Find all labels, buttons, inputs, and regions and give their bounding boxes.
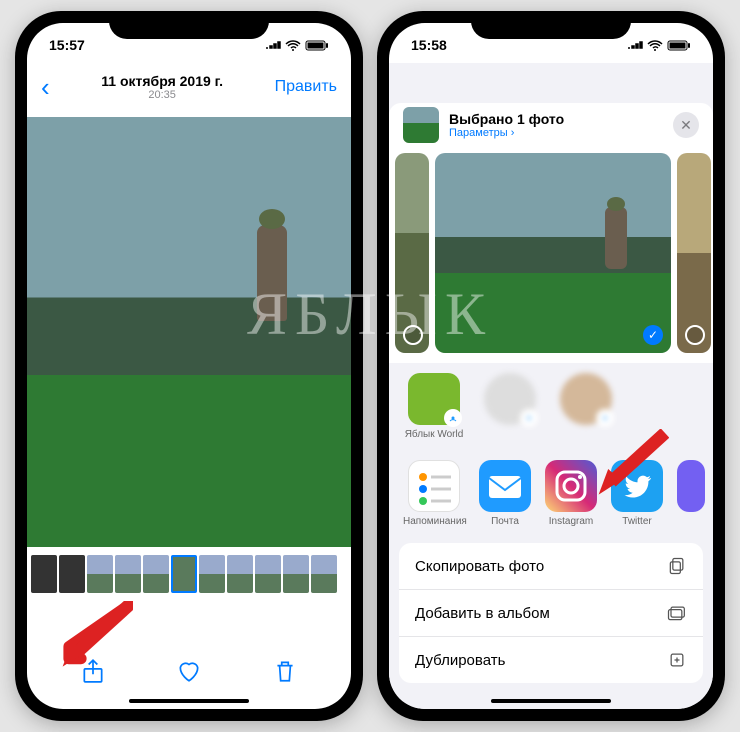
battery-icon [667, 40, 691, 51]
thumbnail[interactable] [283, 555, 309, 593]
notch [109, 11, 269, 39]
home-indicator[interactable] [129, 699, 249, 703]
share-app-twitter[interactable]: Twitter [611, 460, 663, 527]
wifi-icon [647, 40, 663, 51]
share-icon [80, 658, 106, 684]
photo-viewer[interactable] [27, 117, 351, 547]
action-label: Скопировать фото [415, 558, 544, 575]
cellular-icon [627, 40, 643, 50]
preview-selected[interactable]: ✓ [435, 153, 671, 353]
thumbnail-strip[interactable] [27, 553, 351, 595]
photo-previews: ✓ [389, 153, 713, 363]
duplicate-icon [667, 650, 687, 670]
airdrop-contact[interactable] [555, 373, 617, 440]
action-label: Добавить в альбом [415, 605, 550, 622]
action-label: Дублировать [415, 652, 505, 669]
airdrop-badge-icon [596, 409, 614, 427]
app-label: Почта [479, 516, 531, 527]
viber-icon [677, 460, 705, 512]
mail-icon [479, 460, 531, 512]
actions-list: Скопировать фото Добавить в альбом Дубли… [399, 543, 703, 683]
sheet-title: Выбрано 1 фото [449, 111, 564, 127]
action-add-to-album[interactable]: Добавить в альбом [399, 590, 703, 637]
status-time: 15:58 [411, 37, 447, 53]
share-app-more[interactable] [677, 460, 705, 527]
share-app-reminders[interactable]: Напоминания [403, 460, 465, 527]
photo-content [257, 225, 287, 321]
delete-button[interactable] [272, 658, 298, 689]
home-indicator[interactable] [491, 699, 611, 703]
share-app-mail[interactable]: Почта [479, 460, 531, 527]
thumbnail[interactable] [255, 555, 281, 593]
app-label: Twitter [611, 516, 663, 527]
screen-share-sheet: 15:58 Выбрано 1 фото Параметры › ✕ [389, 23, 713, 709]
thumbnail[interactable] [311, 555, 337, 593]
thumbnail[interactable] [199, 555, 225, 593]
bottom-toolbar [27, 649, 351, 697]
photo-content [605, 207, 627, 269]
selection-empty[interactable] [403, 325, 423, 345]
close-icon: ✕ [680, 117, 692, 134]
trash-icon [272, 658, 298, 684]
thumbnail[interactable] [87, 555, 113, 593]
share-button[interactable] [80, 658, 106, 689]
thumbnail[interactable] [143, 555, 169, 593]
share-app-instagram[interactable]: Instagram [545, 460, 597, 527]
contact-avatar [484, 373, 536, 425]
app-label: Instagram [545, 516, 597, 527]
preview-next[interactable] [677, 153, 711, 353]
contact-avatar [408, 373, 460, 425]
twitter-icon [611, 460, 663, 512]
airdrop-badge-icon [444, 409, 462, 427]
action-copy-photo[interactable]: Скопировать фото [399, 543, 703, 590]
airdrop-contact[interactable] [479, 373, 541, 440]
album-icon [665, 603, 687, 623]
screen-photos: 15:57 ‹ 11 октября 2019 г. 20:35 Править [27, 23, 351, 709]
thumbnail[interactable] [115, 555, 141, 593]
notch [471, 11, 631, 39]
cellular-icon [265, 40, 281, 50]
status-time: 15:57 [49, 37, 85, 53]
selection-checked[interactable]: ✓ [643, 325, 663, 345]
status-icons [627, 40, 691, 51]
app-label: Напоминания [403, 516, 465, 527]
thumbnail[interactable] [31, 555, 57, 593]
nav-date: 11 октября 2019 г. [101, 73, 223, 89]
contact-avatar [560, 373, 612, 425]
wifi-icon [285, 40, 301, 51]
apps-row: Напоминания Почта Instagram [389, 450, 713, 537]
status-icons [265, 40, 329, 51]
instagram-icon [545, 460, 597, 512]
contact-label: Яблык World [403, 429, 465, 440]
thumbnail[interactable] [59, 555, 85, 593]
airdrop-row: Яблык World [389, 363, 713, 450]
thumbnail-active[interactable] [171, 555, 197, 593]
selection-empty[interactable] [685, 325, 705, 345]
nav-title: 11 октября 2019 г. 20:35 [101, 73, 223, 101]
thumbnail[interactable] [227, 555, 253, 593]
sheet-options-link[interactable]: Параметры › [449, 127, 564, 139]
phone-right: 15:58 Выбрано 1 фото Параметры › ✕ [377, 11, 725, 721]
reminders-icon [408, 460, 460, 512]
nav-time: 20:35 [101, 89, 223, 101]
preview-prev[interactable] [395, 153, 429, 353]
edit-button[interactable]: Править [275, 78, 337, 96]
airdrop-badge-icon [520, 409, 538, 427]
heart-icon [176, 658, 202, 684]
close-button[interactable]: ✕ [673, 112, 699, 138]
sheet-header: Выбрано 1 фото Параметры › ✕ [389, 103, 713, 153]
back-button[interactable]: ‹ [41, 72, 50, 103]
sheet-thumbnail [403, 107, 439, 143]
phone-left: 15:57 ‹ 11 октября 2019 г. 20:35 Править [15, 11, 363, 721]
share-sheet: Выбрано 1 фото Параметры › ✕ ✓ [389, 63, 713, 709]
action-duplicate[interactable]: Дублировать [399, 637, 703, 683]
airdrop-contact[interactable]: Яблык World [403, 373, 465, 440]
battery-icon [305, 40, 329, 51]
copy-icon [667, 556, 687, 576]
nav-bar: ‹ 11 октября 2019 г. 20:35 Править [27, 63, 351, 111]
favorite-button[interactable] [176, 658, 202, 689]
